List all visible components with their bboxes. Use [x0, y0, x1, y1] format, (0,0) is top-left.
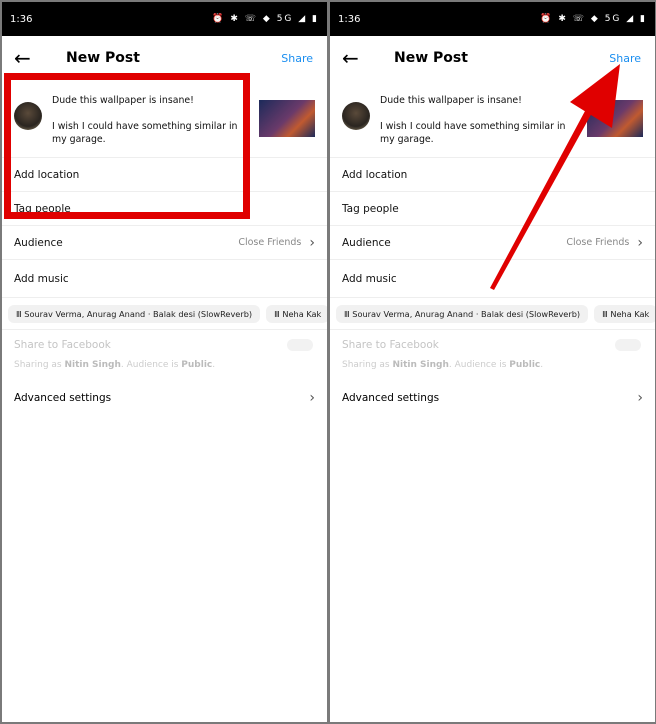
facebook-label: Share to Facebook [14, 339, 111, 351]
arrow-shaft [490, 98, 598, 290]
highlight-box [4, 73, 250, 219]
right-screen: 1:36 ⏰ ✱ ☏ ◆ 5G ◢ ▮ ← New Post Share Dud… [330, 2, 655, 722]
sharing-note: Sharing as Nitin Singh. Audience is Publ… [14, 360, 216, 370]
audience-label: Audience [14, 236, 63, 249]
left-screen: 1:36 ⏰ ✱ ☏ ◆ 5G ◢ ▮ ← New Post Share Dud… [2, 2, 327, 722]
post-thumbnail[interactable] [259, 100, 315, 137]
advanced-label: Advanced settings [14, 392, 112, 404]
music-chip-label: Neha Kak [282, 308, 322, 319]
share-to-facebook: Share to Facebook [2, 330, 327, 360]
music-chip[interactable]: Ⅲ Sourav Verma, Anurag Anand · Balak des… [8, 304, 261, 323]
chevron-right-icon: › [309, 234, 315, 251]
share-button[interactable]: Share [281, 52, 313, 65]
status-time: 1:36 [10, 13, 33, 25]
music-suggestions[interactable]: Ⅲ Sourav Verma, Anurag Anand · Balak des… [2, 298, 327, 330]
arrow-head [570, 64, 620, 128]
page-title: New Post [66, 50, 140, 66]
back-arrow-icon[interactable]: ← [14, 46, 54, 70]
chevron-right-icon: › [309, 390, 315, 406]
facebook-toggle[interactable] [287, 339, 313, 351]
advanced-settings[interactable]: Advanced settings › [2, 378, 327, 418]
music-chip-label: Sourav Verma, Anurag Anand · Balak desi … [24, 308, 253, 319]
audience-value: Close Friends [238, 237, 302, 248]
audience-row[interactable]: Audience Close Friends › [2, 226, 327, 260]
status-bar: 1:36 ⏰ ✱ ☏ ◆ 5G ◢ ▮ [2, 2, 327, 36]
arrow-annotation [490, 64, 620, 290]
add-music[interactable]: Add music [2, 260, 327, 298]
status-icons: ⏰ ✱ ☏ ◆ 5G ◢ ▮ [212, 14, 319, 24]
add-music-label: Add music [14, 272, 69, 285]
music-chip[interactable]: Ⅲ Neha Kak [266, 304, 327, 323]
